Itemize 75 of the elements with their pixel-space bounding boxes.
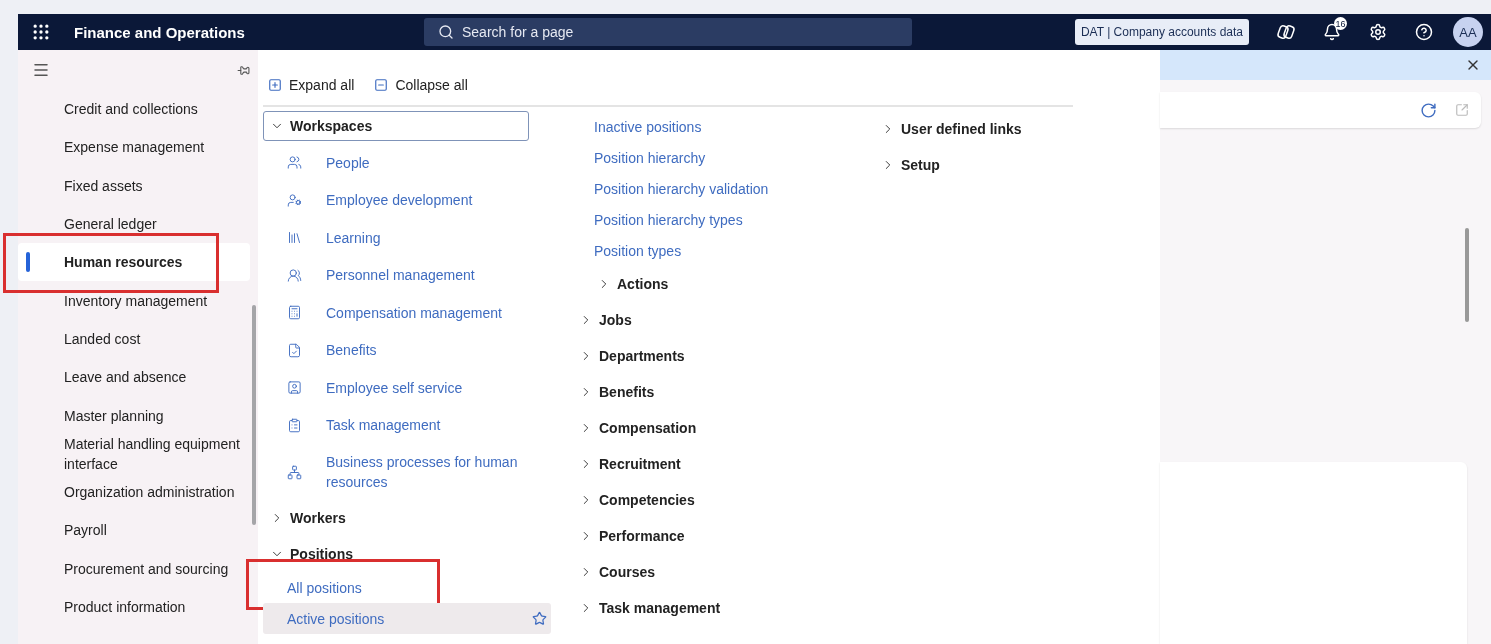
menu-link[interactable]: Position hierarchy types xyxy=(578,204,838,235)
notification-count: 16 xyxy=(1334,17,1347,30)
scrollbar[interactable] xyxy=(1465,228,1469,322)
nav-item[interactable]: Product information xyxy=(18,587,250,627)
menu-group[interactable]: User defined links xyxy=(880,111,1140,147)
menu-group[interactable]: Courses xyxy=(578,554,838,590)
user-avatar[interactable]: AA xyxy=(1453,17,1483,47)
settings-icon[interactable] xyxy=(1369,23,1387,41)
nav-item[interactable]: Organization administration xyxy=(18,472,250,512)
menu-group[interactable]: Jobs xyxy=(578,302,838,338)
group-icon xyxy=(287,267,302,283)
nav-item[interactable]: Master planning xyxy=(18,396,250,435)
clipboard-icon xyxy=(287,417,302,433)
menu-group[interactable]: Departments xyxy=(578,338,838,374)
workspace-link[interactable]: Personnel management xyxy=(263,256,578,294)
nav-item[interactable]: Landed cost xyxy=(18,319,250,359)
workspace-link[interactable]: Benefits xyxy=(263,331,578,369)
nav-item[interactable]: Payroll xyxy=(18,511,250,550)
nav-item[interactable]: Human resources xyxy=(18,243,250,282)
menu-group[interactable]: Recruitment xyxy=(578,446,838,482)
help-icon[interactable] xyxy=(1415,23,1433,41)
copilot-icon[interactable] xyxy=(1276,22,1296,42)
nav-item[interactable]: Fixed assets xyxy=(18,166,250,205)
scrollbar[interactable] xyxy=(252,305,256,525)
menu-icon[interactable] xyxy=(32,61,50,79)
menu-link[interactable]: Inactive positions xyxy=(578,111,838,142)
menu-group[interactable]: Workspaces xyxy=(263,111,529,141)
person-card-icon xyxy=(287,380,302,396)
refresh-icon[interactable] xyxy=(1420,101,1437,119)
person-gear-icon xyxy=(287,192,302,208)
menu-link[interactable]: Active positions xyxy=(263,603,551,634)
collapse-all-button[interactable]: Collapse all xyxy=(374,76,468,93)
menu-group[interactable]: Actions xyxy=(578,266,838,302)
workspace-link[interactable]: Compensation management xyxy=(263,294,578,332)
workspace-link[interactable]: Business processes for human resources xyxy=(263,444,578,500)
document-check-icon xyxy=(287,342,302,358)
pin-icon[interactable] xyxy=(237,63,250,77)
menu-link[interactable]: Position types xyxy=(578,235,838,266)
menu-group[interactable]: Performance xyxy=(578,518,838,554)
menu-group[interactable]: Setup xyxy=(880,147,1140,183)
nav-item[interactable]: Leave and absence xyxy=(18,358,250,397)
expand-all-button[interactable]: Expand all xyxy=(268,76,355,93)
menu-group[interactable]: Task management xyxy=(578,590,838,626)
star-icon[interactable] xyxy=(532,611,547,626)
app-title: Finance and Operations xyxy=(74,23,246,41)
menu-link[interactable]: All positions xyxy=(263,572,551,603)
collapse-icon xyxy=(374,77,389,92)
menu-group[interactable]: Positions xyxy=(263,536,523,572)
workspace-link[interactable]: Employee development xyxy=(263,181,578,219)
nav-item[interactable]: Procurement and sourcing xyxy=(18,549,250,588)
nav-item[interactable]: General ledger xyxy=(18,204,250,244)
company-button[interactable]: DAT | Company accounts data xyxy=(1074,19,1249,45)
nav-item[interactable]: Credit and collections xyxy=(18,90,250,129)
hierarchy-icon xyxy=(287,464,302,480)
menu-link[interactable]: Position hierarchy xyxy=(578,142,838,173)
search-field[interactable]: Search for a page xyxy=(424,18,912,46)
menu-link[interactable]: Position hierarchy validation xyxy=(578,173,838,204)
menu-group[interactable]: Compensation xyxy=(578,410,838,446)
menu-group[interactable]: Workers xyxy=(263,500,523,536)
expand-icon xyxy=(268,77,282,92)
nav-item[interactable]: Expense management xyxy=(18,128,250,167)
books-icon xyxy=(287,230,302,246)
workspace-link[interactable]: Employee self service xyxy=(263,369,578,407)
workspace-link[interactable]: Task management xyxy=(263,406,578,444)
calculator-icon xyxy=(287,305,302,321)
menu-group[interactable]: Competencies xyxy=(578,482,838,518)
search-icon xyxy=(438,24,454,40)
nav-item[interactable]: Inventory management xyxy=(18,281,250,320)
menu-group[interactable]: Benefits xyxy=(578,374,838,410)
people-icon xyxy=(287,155,302,171)
workspace-link[interactable]: People xyxy=(263,144,578,182)
nav-item[interactable]: Material handling equipment interface xyxy=(18,434,250,473)
workspace-link[interactable]: Learning xyxy=(263,219,578,257)
app-launcher-icon[interactable] xyxy=(31,22,51,42)
selection-bar xyxy=(26,252,30,273)
